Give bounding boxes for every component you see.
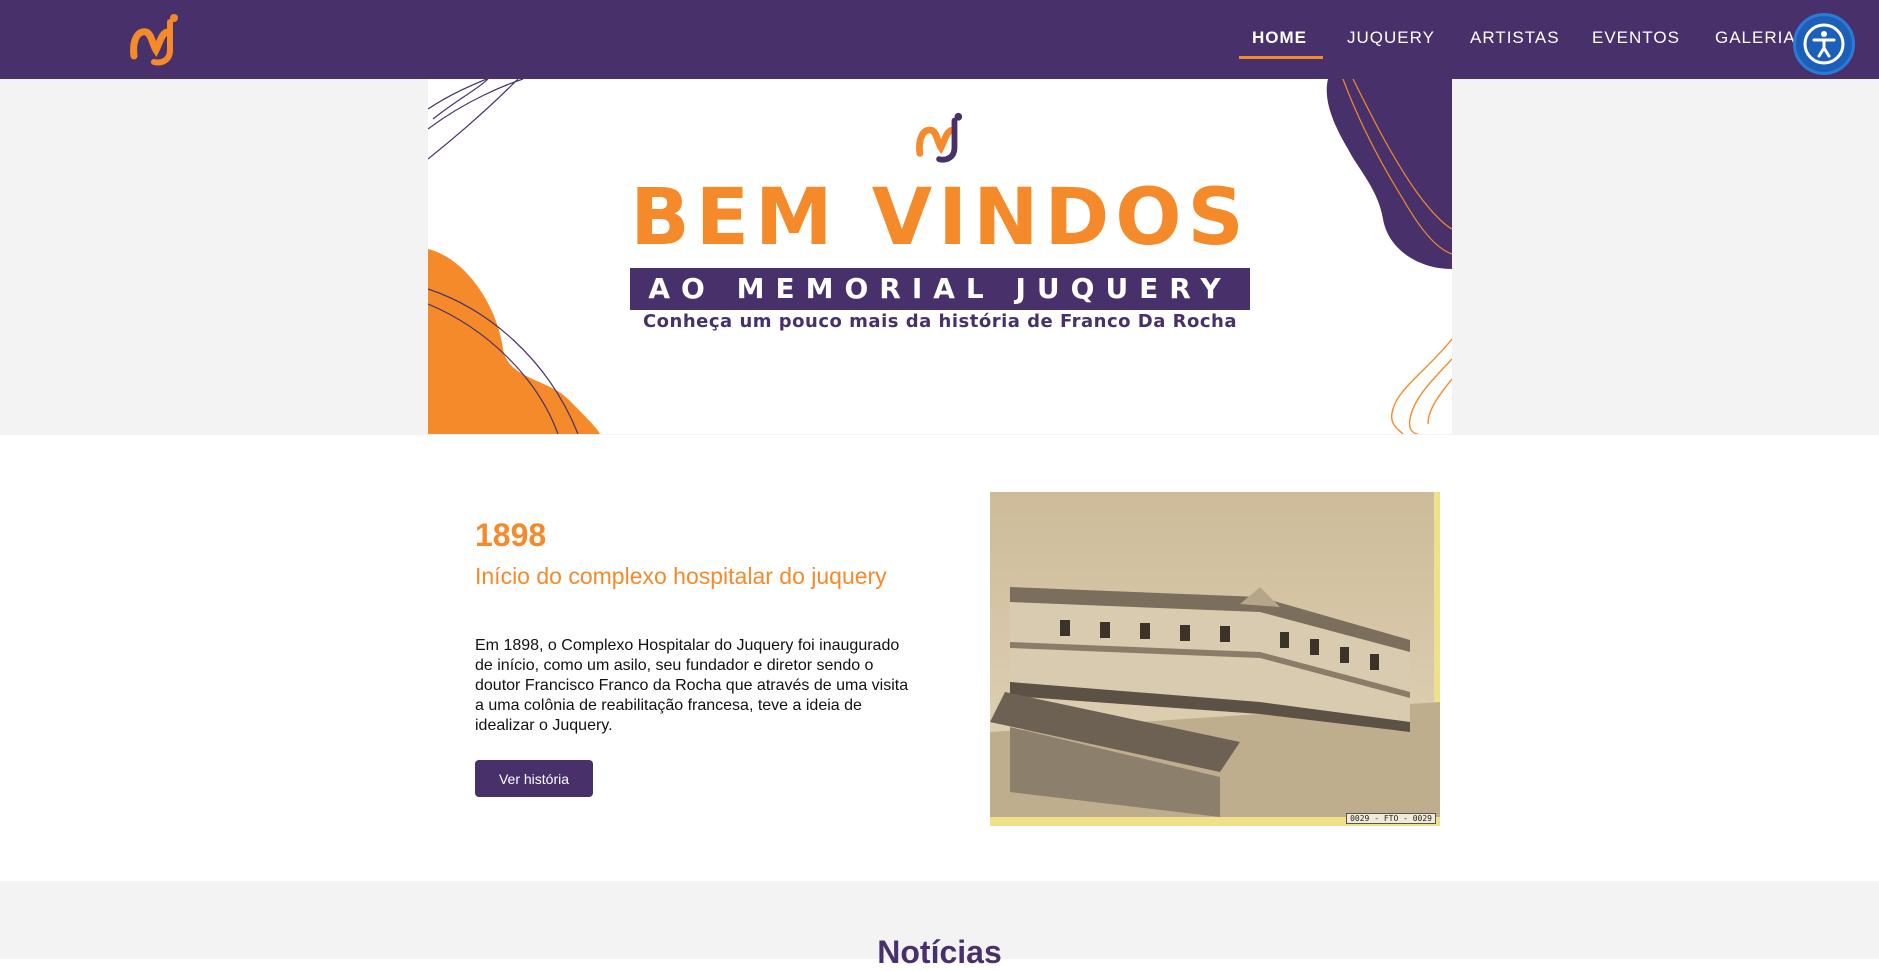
nav-home[interactable]: HOME bbox=[1252, 28, 1307, 48]
nav-artistas[interactable]: ARTISTAS bbox=[1470, 28, 1560, 48]
hero-tagline: Conheça um pouco mais da história de Fra… bbox=[642, 311, 1238, 332]
photo-archive-tag: 0029 - FTO - 0029 bbox=[1346, 813, 1436, 824]
historic-hospital-photo: 0029 - FTO - 0029 bbox=[990, 492, 1440, 826]
hero-title: BEM VINDOS bbox=[630, 173, 1250, 263]
feature-description: Em 1898, o Complexo Hospitalar do Juquer… bbox=[475, 637, 909, 734]
ver-historia-button[interactable]: Ver história bbox=[475, 760, 593, 797]
nav-eventos[interactable]: EVENTOS bbox=[1592, 28, 1680, 48]
nav-galeria[interactable]: GALERIA bbox=[1715, 28, 1796, 48]
accessibility-button[interactable] bbox=[1793, 13, 1855, 75]
hero-logo bbox=[916, 112, 963, 163]
nav-juquery[interactable]: JUQUERY bbox=[1347, 28, 1435, 48]
feature-subtitle: Início do complexo hospitalar do juquery bbox=[475, 563, 887, 589]
hero-subtitle: AO MEMORIAL JUQUERY bbox=[648, 272, 1232, 305]
news-title: Notícias bbox=[877, 934, 1002, 970]
accessibility-icon bbox=[1803, 23, 1845, 65]
top-navbar: HOME JUQUERY ARTISTAS EVENTOS GALERIA bbox=[0, 0, 1879, 79]
feature-year: 1898 bbox=[475, 517, 547, 553]
hero-banner: BEM VINDOS AO MEMORIAL JUQUERY Conheça u… bbox=[428, 79, 1452, 434]
nav-active-underline bbox=[1239, 56, 1323, 59]
memorial-logo[interactable] bbox=[128, 12, 184, 66]
